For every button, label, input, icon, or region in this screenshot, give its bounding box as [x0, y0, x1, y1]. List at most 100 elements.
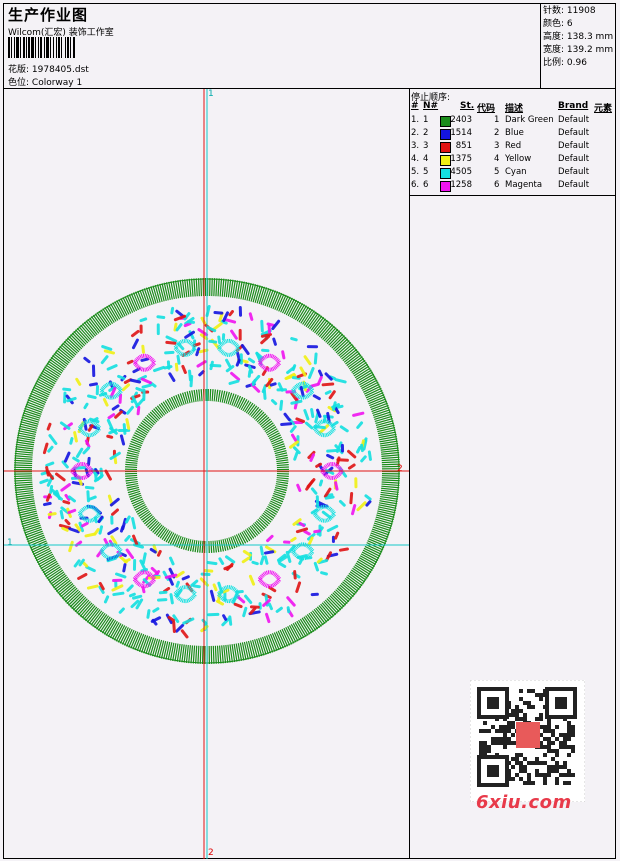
motif-stitch	[164, 350, 175, 355]
motif-stitch	[267, 602, 273, 611]
qr-module	[523, 717, 527, 721]
motif-stitch	[338, 547, 349, 552]
motif-stitch	[131, 395, 139, 407]
qr-module	[479, 749, 483, 753]
qr-module	[543, 745, 547, 749]
qr-module	[543, 729, 547, 733]
motif-stitch	[47, 512, 57, 517]
motif-stitch	[295, 417, 306, 423]
motif-stitch	[85, 565, 96, 573]
qr-module	[531, 781, 535, 785]
qr-module	[567, 745, 571, 749]
motif-stitch	[169, 593, 174, 605]
motif-stitch	[326, 524, 339, 533]
motif-stitch	[299, 385, 305, 398]
qr-module	[511, 713, 515, 717]
motif-stitch	[73, 431, 78, 443]
row-brand: Default	[558, 128, 590, 138]
qr-module	[547, 745, 551, 749]
motif-stitch	[113, 455, 118, 465]
motif-stitch	[141, 383, 152, 389]
motif-stitch	[247, 357, 256, 364]
row-code: 4	[494, 154, 500, 164]
color-swatch	[440, 142, 451, 153]
row-desc: Magenta	[505, 180, 543, 190]
qr-module	[559, 733, 563, 737]
color-swatch	[440, 181, 451, 192]
motif-stitch	[335, 456, 341, 467]
qr-module	[503, 733, 507, 737]
motif-stitch	[317, 369, 323, 377]
qr-module	[559, 765, 563, 769]
motif-stitch	[228, 310, 234, 317]
qr-module	[547, 721, 551, 725]
motif-stitch	[77, 573, 88, 580]
qr-module	[523, 765, 527, 769]
motif-stitch	[209, 360, 214, 371]
motif-stitch	[334, 531, 340, 540]
motif-stitch	[317, 375, 323, 385]
motif-stitch	[135, 386, 144, 392]
motif-stitch	[125, 418, 131, 430]
embroidery-design	[4, 89, 409, 859]
motif-stitch	[240, 344, 250, 356]
motif-stitch	[222, 614, 228, 621]
stat-colors: 颜色: 6	[543, 19, 573, 29]
motif-stitch	[104, 469, 112, 481]
row-stitches: 4505	[450, 167, 472, 177]
row-code: 3	[494, 141, 500, 151]
qr-module	[519, 761, 523, 765]
qr-module	[567, 725, 571, 729]
row-code: 6	[494, 180, 500, 190]
motif-stitch	[83, 402, 89, 410]
row-desc: Yellow	[505, 154, 532, 164]
motif-stitch	[298, 521, 306, 528]
motif-stitch	[248, 312, 254, 321]
motif-stitch	[62, 500, 71, 505]
motif-stitch	[131, 517, 137, 530]
motif-stitch	[213, 311, 224, 315]
motif-stitch	[111, 508, 119, 516]
motif-stitch	[126, 405, 134, 415]
motif-stitch	[293, 451, 299, 461]
qr-module	[523, 701, 527, 705]
motif-stitch	[129, 378, 142, 384]
motif-stitch	[139, 317, 148, 323]
qr-module	[499, 737, 503, 741]
qr-module	[487, 729, 491, 733]
motif-stitch	[60, 483, 71, 492]
qr-module	[519, 689, 523, 693]
motif-stitch	[63, 451, 71, 463]
motif-stitch	[188, 369, 192, 382]
motif-stitch	[285, 550, 292, 563]
qr-module	[563, 781, 567, 785]
marker-bottom: 2	[208, 848, 214, 858]
qr-module	[511, 709, 515, 713]
qr-module	[527, 705, 531, 709]
motif-stitch	[48, 434, 58, 445]
qr-module	[507, 725, 511, 729]
motif-stitch	[316, 557, 323, 564]
motif-stitch	[103, 349, 116, 355]
qr-module	[559, 773, 563, 777]
motif-stitch	[167, 575, 174, 586]
row-index: 2.	[411, 128, 420, 138]
motif-stitch	[186, 320, 196, 324]
row-brand: Default	[558, 141, 590, 151]
color-swatch	[440, 129, 451, 140]
qr-module	[551, 729, 555, 733]
qr-logo-seal	[516, 722, 540, 748]
qr-module	[567, 781, 571, 785]
motif-curl	[257, 570, 282, 589]
motif-stitch	[126, 584, 134, 592]
qr-module	[547, 769, 551, 773]
color-swatch	[440, 155, 451, 166]
qr-module	[555, 777, 559, 781]
motif-stitch	[121, 517, 127, 531]
motif-stitch	[247, 369, 252, 378]
table-bottom-divider	[409, 195, 616, 196]
row-number: 5	[423, 167, 429, 177]
motif-stitch	[165, 335, 178, 343]
motif-stitch	[115, 572, 127, 579]
qr-module	[487, 745, 491, 749]
